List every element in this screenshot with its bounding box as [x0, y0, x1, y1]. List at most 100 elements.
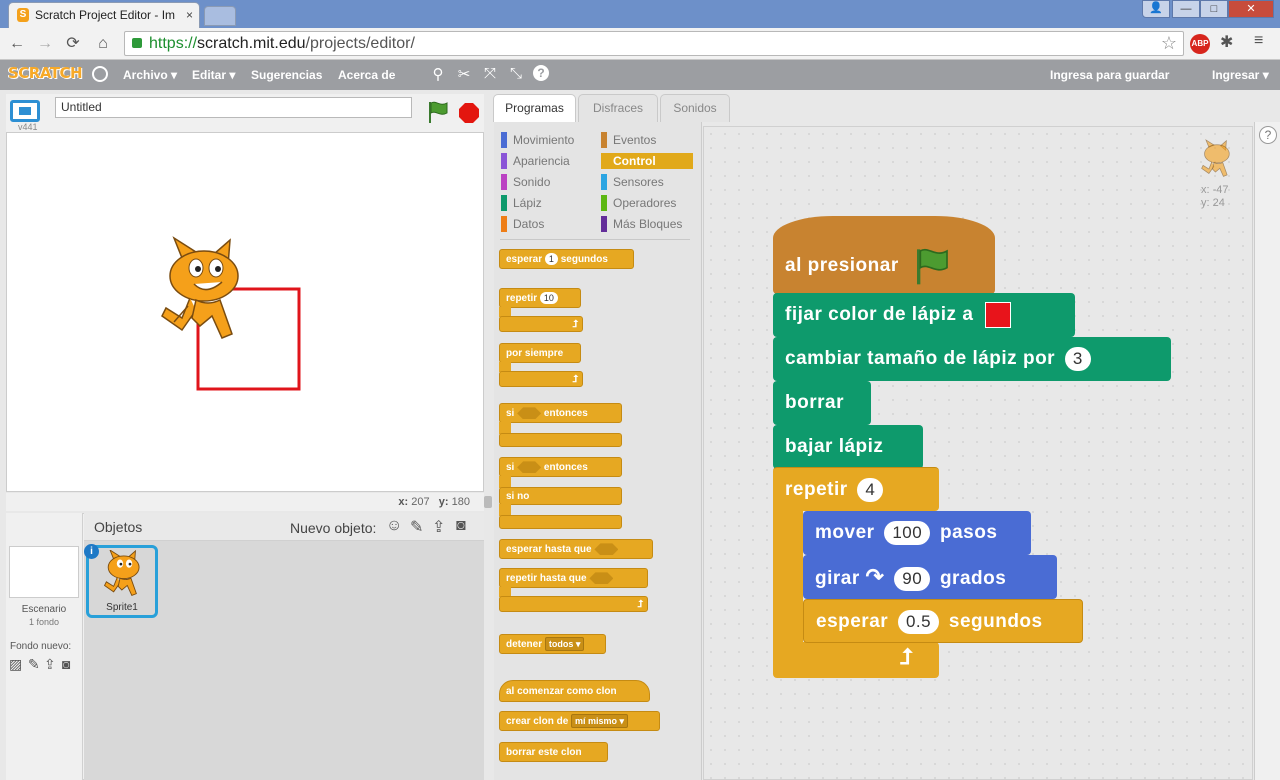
cambiar-tamano-input[interactable]: 3 [1064, 346, 1091, 371]
menu-ingresar[interactable]: Ingresar ▾ [1212, 68, 1269, 82]
c-block-bottom [499, 433, 622, 447]
category-eventos[interactable]: Eventos [601, 132, 693, 148]
block-borrar-clon[interactable]: borrar este clon [499, 742, 608, 762]
duplicate-stamp-icon[interactable]: ⚲ [429, 65, 447, 85]
forever-loop-arrow-icon: ⮥ [499, 371, 583, 387]
block-esperar-input[interactable]: 1 [544, 253, 558, 266]
girar-input[interactable]: 90 [894, 566, 931, 591]
block-crear-clon[interactable]: crear clon de mí mismo ▾ [499, 711, 660, 731]
home-icon[interactable]: ⌂ [92, 33, 114, 55]
menu-sugerencias[interactable]: Sugerencias [251, 68, 322, 82]
camera-icon[interactable]: ◙ [456, 517, 466, 535]
stage-canvas[interactable] [6, 132, 484, 492]
category-operadores[interactable]: Operadores [601, 195, 693, 211]
block-fijar-color[interactable]: fijar color de lápiz a [773, 293, 1075, 337]
reload-icon[interactable]: ⟳ [62, 33, 84, 55]
minimize-button[interactable]: — [1172, 0, 1200, 18]
block-detener[interactable]: detener todos ▾ [499, 634, 606, 654]
close-window-button[interactable]: ✕ [1228, 0, 1274, 18]
fullscreen-icon[interactable] [10, 100, 40, 122]
user-icon[interactable]: 👤 [1142, 0, 1170, 18]
mover-input[interactable]: 100 [884, 520, 931, 545]
delete-scissors-icon[interactable]: ✂ [455, 65, 473, 85]
tab-disfraces[interactable]: Disfraces [578, 94, 658, 122]
block-cambiar-tamano[interactable]: cambiar tamaño de lápiz por 3 [773, 337, 1171, 381]
menu-archivo[interactable]: Archivo ▾ [123, 68, 177, 82]
menu-icon[interactable]: ≡ [1254, 32, 1263, 50]
block-repetir[interactable]: repetir 10 [499, 288, 581, 308]
condition-slot[interactable] [594, 543, 619, 556]
help-question-icon[interactable]: ? [1259, 126, 1277, 144]
block-si-entonces-sino[interactable]: si entonces [499, 457, 622, 477]
project-title-input[interactable]: Untitled [55, 97, 412, 118]
upload-icon[interactable]: ⇪ [432, 517, 445, 537]
tab-sonidos[interactable]: Sonidos [660, 94, 730, 122]
condition-slot[interactable] [517, 461, 542, 474]
extension-icon[interactable]: ✱ [1220, 32, 1233, 52]
hat-block-al-presionar[interactable]: al presionar [773, 216, 995, 294]
block-girar[interactable]: girar ↷ 90 grados [803, 555, 1057, 599]
tab-close-icon[interactable]: × [186, 8, 193, 22]
category-sonido[interactable]: Sonido [501, 174, 593, 190]
category-control[interactable]: Control [601, 153, 693, 169]
scratch-logo[interactable]: SCRATCH [8, 64, 83, 82]
paint-brush-icon[interactable]: ✎ [410, 517, 423, 537]
grow-icon[interactable]: ⤧ [481, 65, 499, 85]
shrink-icon[interactable]: ⤡ [507, 65, 525, 85]
category-movimiento[interactable]: Movimiento [501, 132, 593, 148]
forward-arrow-icon[interactable]: → [34, 33, 56, 55]
block-si-entonces[interactable]: si entonces [499, 403, 622, 423]
category-lápiz[interactable]: Lápiz [501, 195, 593, 211]
menu-acerca[interactable]: Acerca de [338, 68, 395, 82]
detener-dropdown[interactable]: todos ▾ [544, 637, 585, 652]
star-icon[interactable]: ☆ [1161, 32, 1177, 55]
adblock-icon[interactable]: ABP [1190, 34, 1210, 54]
block-esperar[interactable]: esperar 1 segundos [499, 249, 634, 269]
crear-clon-dropdown[interactable]: mí mismo ▾ [571, 714, 629, 729]
category-color-swatch [501, 195, 507, 211]
backdrop-paint-icon[interactable]: ✎ [28, 656, 40, 673]
backdrop-camera-icon[interactable]: ◙ [62, 656, 70, 672]
browser-tab[interactable]: S Scratch Project Editor - Im × [8, 2, 200, 28]
block-por-siempre[interactable]: por siempre [499, 343, 581, 363]
category-más-bloques[interactable]: Más Bloques [601, 216, 693, 232]
collapse-stage-handle[interactable] [484, 496, 492, 508]
maximize-button[interactable]: □ [1200, 0, 1228, 18]
backdrop-library-icon[interactable]: ▨ [9, 656, 22, 673]
new-object-label: Nuevo objeto: [290, 520, 377, 536]
category-label: Apariencia [513, 154, 570, 168]
new-tab-button[interactable] [204, 6, 236, 26]
save-login-link[interactable]: Ingresa para guardar [1050, 68, 1169, 82]
category-apariencia[interactable]: Apariencia [501, 153, 593, 169]
block-borrar[interactable]: borrar [773, 381, 871, 425]
block-si2-text: si [506, 462, 515, 473]
help-icon[interactable]: ? [533, 65, 549, 81]
backdrop-upload-icon[interactable]: ⇪ [44, 656, 56, 673]
pen-color-swatch[interactable] [985, 301, 1012, 328]
coord-x-value: 207 [411, 496, 430, 508]
category-sensores[interactable]: Sensores [601, 174, 693, 190]
condition-slot[interactable] [589, 572, 614, 585]
block-repetir-hasta[interactable]: repetir hasta que [499, 568, 648, 588]
sprite-info-icon[interactable]: i [84, 544, 99, 559]
esperar-script-input[interactable]: 0.5 [897, 609, 940, 634]
menu-editar[interactable]: Editar ▾ [192, 68, 235, 82]
block-mover[interactable]: mover 100 pasos [803, 511, 1031, 555]
back-arrow-icon[interactable]: ← [6, 33, 28, 55]
stop-icon[interactable] [458, 102, 480, 124]
condition-slot[interactable] [517, 407, 542, 420]
block-bajar-lapiz[interactable]: bajar lápiz [773, 425, 923, 469]
url-input[interactable]: https://scratch.mit.edu/projects/editor/… [124, 31, 1184, 56]
repetir-input[interactable]: 4 [857, 477, 884, 502]
category-datos[interactable]: Datos [501, 216, 593, 232]
tab-programas[interactable]: Programas [493, 94, 576, 122]
green-flag-icon[interactable] [426, 100, 450, 124]
mover-text: mover [815, 522, 875, 543]
sprite-library-icon[interactable]: ☺ [386, 517, 402, 535]
stage-thumbnail[interactable] [9, 546, 79, 598]
globe-icon[interactable] [92, 66, 108, 82]
block-esperar-script[interactable]: esperar 0.5 segundos [803, 599, 1083, 643]
block-al-comenzar-clon[interactable]: al comenzar como clon [499, 680, 650, 702]
block-repetir-input[interactable]: 10 [539, 292, 558, 305]
block-esperar-hasta[interactable]: esperar hasta que [499, 539, 653, 559]
